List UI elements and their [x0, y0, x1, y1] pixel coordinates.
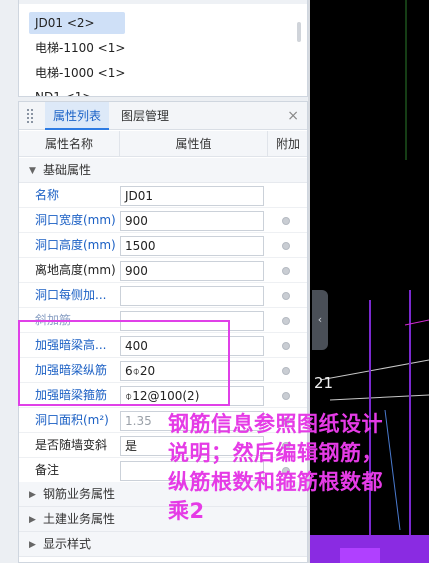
property-value-field[interactable]: 900 [120, 211, 264, 231]
property-row: 洞口宽度(mm) 900 [19, 208, 307, 233]
annotation-line: 说明；然后编辑钢筋， [168, 441, 383, 465]
highlight-box [18, 320, 230, 406]
list-item-jd01[interactable]: JD01 <2> [29, 12, 125, 34]
group-display-style[interactable]: ▶ 显示样式 [19, 532, 307, 557]
group-label: 钢筋业务属性 [43, 487, 116, 501]
extra-toggle-icon[interactable] [282, 392, 290, 400]
list-scrollbar[interactable] [297, 22, 301, 42]
annotation-line: 纵筋根数和箍筋根数都 [168, 470, 383, 494]
property-value-field[interactable]: 1500 [120, 236, 264, 256]
drag-grip-icon[interactable] [27, 109, 35, 123]
group-basic-properties[interactable]: ▼ 基础属性 [19, 158, 307, 183]
group-label: 土建业务属性 [43, 512, 116, 526]
property-row: 离地高度(mm) 900 [19, 258, 307, 283]
annotation-line: 乘2 [168, 499, 205, 523]
property-name: 是否随墙变斜 [35, 438, 108, 452]
close-icon[interactable]: × [287, 107, 299, 125]
group-label: 基础属性 [43, 163, 92, 177]
column-header-value: 属性值 [119, 131, 267, 157]
canvas-axis-label: 21 [314, 374, 334, 392]
column-header-row: 属性名称 属性值 附加 [19, 131, 307, 157]
extra-toggle-icon[interactable] [282, 342, 290, 350]
list-item-elevator-1000[interactable]: 电梯-1000 <1> [29, 62, 131, 84]
property-name: 洞口宽度(mm) [35, 213, 116, 227]
property-name: 洞口面积(m²) [35, 413, 109, 427]
collapsed-arrow-icon: ▶ [29, 540, 36, 550]
collapsed-arrow-icon: ▶ [29, 515, 36, 525]
extra-toggle-icon[interactable] [282, 317, 290, 325]
tab-property-list[interactable]: 属性列表 [45, 102, 110, 130]
property-value-field[interactable]: JD01 [120, 186, 264, 206]
extra-toggle-icon[interactable] [282, 217, 290, 225]
group-label: 显示样式 [43, 537, 92, 551]
property-value-field[interactable] [120, 286, 264, 306]
tab-bar: 属性列表 图层管理 × [19, 102, 307, 130]
column-header-name: 属性名称 [44, 137, 93, 151]
property-name: 洞口每侧加... [35, 288, 107, 302]
extra-toggle-icon[interactable] [282, 367, 290, 375]
property-name: 名称 [35, 188, 60, 202]
extra-toggle-icon[interactable] [282, 292, 290, 300]
list-item-elevator-1100[interactable]: 电梯-1100 <1> [29, 37, 131, 59]
column-header-extra: 附加 [267, 131, 307, 157]
extra-toggle-icon[interactable] [282, 242, 290, 250]
annotation-note: 钢筋信息参照图纸设计 说明；然后编辑钢筋， 纵筋根数和箍筋根数都 乘2 [168, 410, 418, 526]
collapse-panel-button[interactable]: ‹ [312, 290, 328, 350]
collapsed-arrow-icon: ▶ [29, 490, 36, 500]
property-value-field[interactable]: 900 [120, 261, 264, 281]
extra-toggle-icon[interactable] [282, 267, 290, 275]
property-row: 洞口高度(mm) 1500 [19, 233, 307, 258]
list-top-strip [19, 0, 307, 4]
component-list: JD01 <2> 电梯-1100 <1> 电梯-1000 <1> ND1 <1> [18, 0, 308, 97]
property-name: 离地高度(mm) [35, 263, 116, 277]
property-name: 洞口高度(mm) [35, 238, 116, 252]
property-row: 洞口每侧加... [19, 283, 307, 308]
annotation-line: 钢筋信息参照图纸设计 [168, 412, 383, 436]
property-name: 备注 [35, 463, 60, 477]
expanded-arrow-icon: ▼ [29, 166, 36, 176]
tab-layer-management[interactable]: 图层管理 [113, 102, 177, 130]
property-row: 名称 JD01 [19, 183, 307, 208]
list-item-nd1[interactable]: ND1 <1> [29, 86, 98, 96]
